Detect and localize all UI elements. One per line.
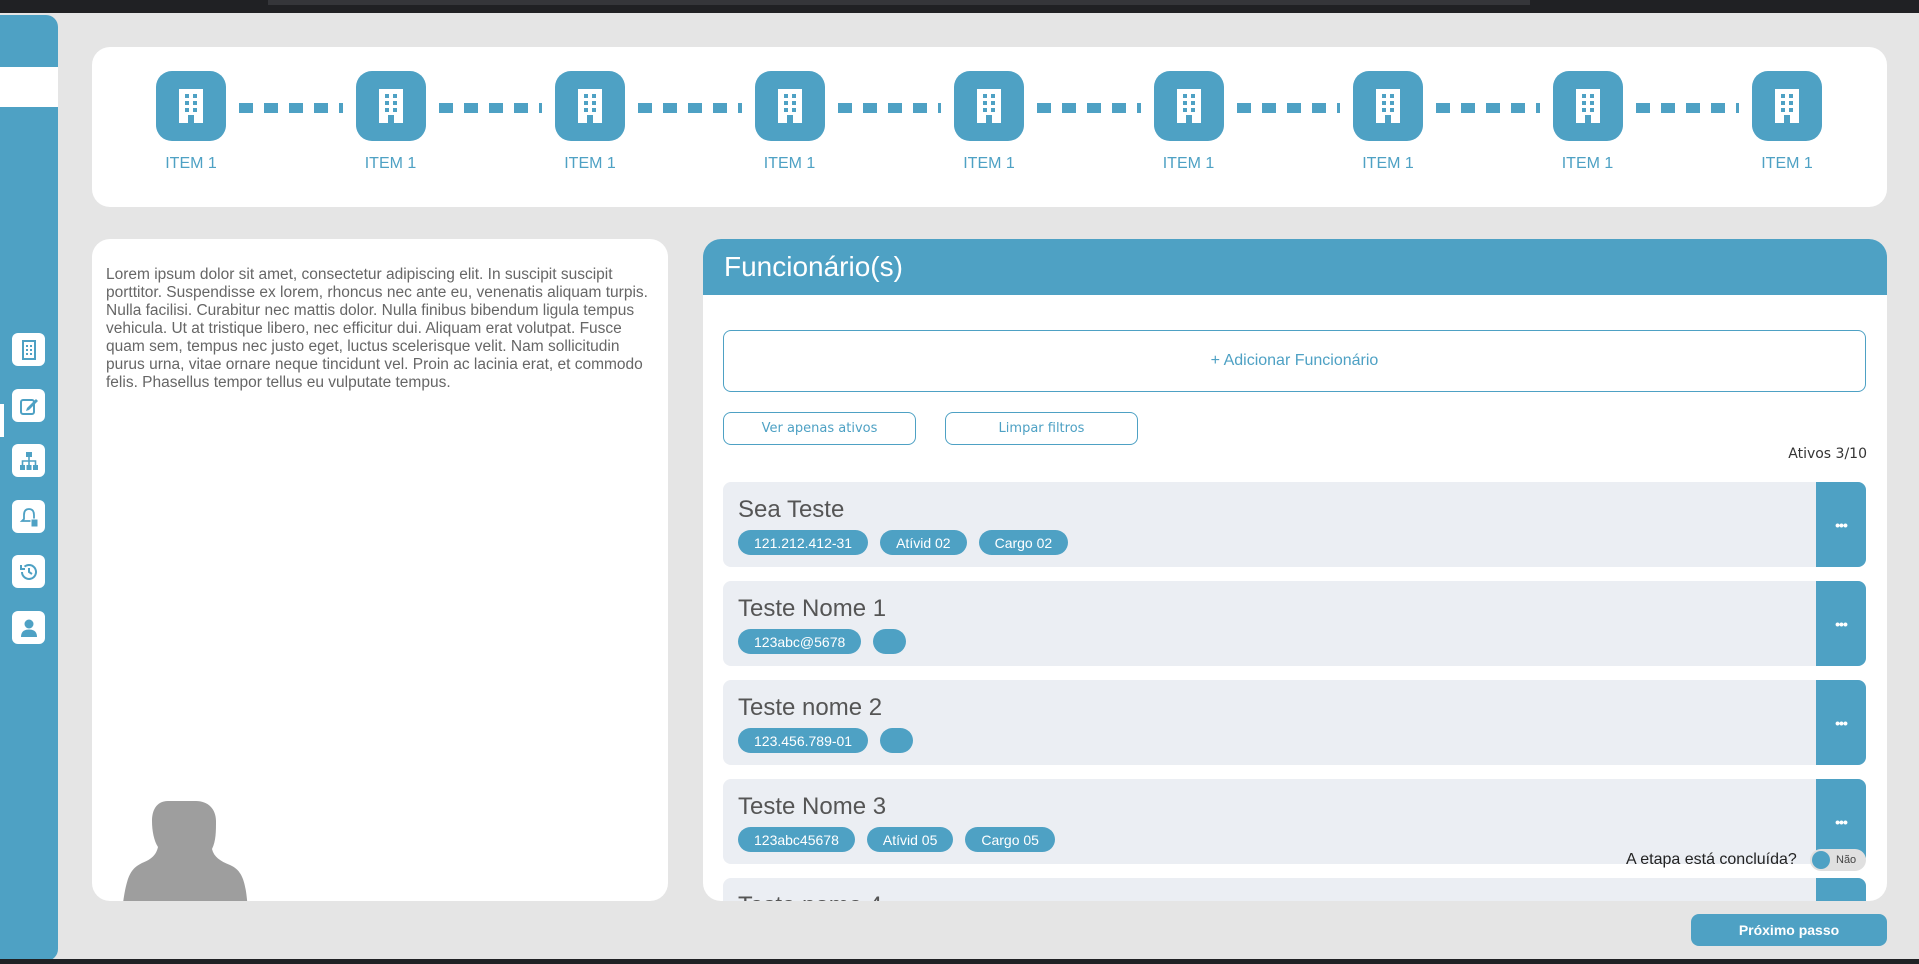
building-icon (1353, 71, 1423, 141)
employee-tag: 123abc45678 (738, 827, 855, 852)
employees-panel: Funcionário(s) + Adicionar Funcionário V… (703, 239, 1887, 901)
row-menu-button[interactable]: ••• (1816, 482, 1866, 567)
step-label: ITEM 1 (1561, 155, 1614, 172)
step-item[interactable]: ITEM 1 (545, 71, 635, 173)
employee-name: Teste nome 4 (738, 892, 882, 901)
employee-name: Sea Teste (738, 496, 845, 523)
sidebar (0, 15, 58, 961)
completion-toggle[interactable]: Não (1810, 849, 1866, 871)
step-label: ITEM 1 (963, 155, 1015, 172)
clear-filters-button[interactable]: Limpar filtros (945, 412, 1138, 445)
employee-tag: Cargo 02 (978, 530, 1069, 555)
toggle-knob (1812, 851, 1830, 869)
step-item[interactable]: ITEM 1 (1144, 71, 1234, 173)
employee-tags: 121.212.412-31 Atívid 02 Cargo 02 (738, 530, 1069, 555)
employee-name: Teste nome 2 (738, 694, 883, 721)
employee-tags: 123.456.789-01 (738, 728, 914, 753)
step-label: ITEM 1 (1362, 155, 1414, 172)
building-icon (1752, 71, 1822, 141)
employee-row[interactable]: Sea Teste 121.212.412-31 Atívid 02 Cargo 02… (723, 482, 1866, 567)
employee-tag: 123.456.789-01 (738, 728, 869, 753)
sidebar-history-icon[interactable] (12, 555, 45, 588)
step-connector (837, 103, 941, 113)
building-icon (754, 71, 825, 141)
sidebar-building-icon[interactable] (12, 333, 45, 366)
step-item[interactable]: ITEM 1 (346, 71, 436, 173)
employee-tag: 123abc@5678 (738, 629, 862, 654)
person-silhouette-icon (123, 801, 248, 901)
step-label: ITEM 1 (1162, 155, 1215, 172)
step-item[interactable]: ITEM 1 (146, 71, 236, 173)
completion-question: A etapa está concluída? (1626, 851, 1797, 868)
employee-row[interactable]: Teste Nome 1 123abc@5678 ••• (723, 581, 1866, 666)
sidebar-active-strip (0, 67, 58, 107)
row-menu-button[interactable]: ••• (1816, 680, 1866, 765)
employee-tag: Atívid 05 (866, 827, 954, 852)
employee-name: Teste Nome 3 (738, 793, 887, 820)
step-connector (239, 103, 343, 113)
employee-tags: 123abc45678 Atívid 05 Cargo 05 (738, 827, 1055, 852)
progress-stepper: ITEM 1 ITEM 1 ITEM 1 ITEM 1 ITEM 1 ITEM 1 ITEM… (92, 47, 1887, 207)
row-menu-button[interactable]: ••• (1816, 878, 1866, 901)
employee-tag (880, 728, 914, 753)
active-counter: Ativos 3/10 (1788, 446, 1867, 462)
description-text: Lorem ipsum dolor sit amet, consectetur … (106, 266, 648, 391)
row-menu-button[interactable]: ••• (1816, 581, 1866, 666)
employee-tag: 121.212.412-31 (738, 530, 869, 555)
step-item[interactable]: ITEM 1 (745, 71, 835, 173)
step-label: ITEM 1 (564, 155, 616, 172)
employee-tag: Cargo 05 (965, 827, 1055, 852)
step-label: ITEM 1 (165, 155, 217, 172)
sidebar-user-icon[interactable] (12, 611, 45, 644)
step-connector (438, 103, 542, 113)
step-item[interactable]: ITEM 1 (1343, 71, 1433, 173)
browser-address-bar[interactable] (268, 0, 1530, 5)
sidebar-edit-icon[interactable] (12, 389, 45, 422)
toggle-label: Não (1836, 854, 1857, 866)
building-icon (156, 71, 226, 141)
step-connector (638, 103, 742, 113)
employee-row[interactable]: Teste nome 4 ••• (723, 878, 1866, 901)
add-employee-button[interactable]: + Adicionar Funcionário (723, 330, 1866, 392)
filter-active-button[interactable]: Ver apenas ativos (723, 412, 916, 445)
employee-row[interactable]: Teste nome 2 123.456.789-01 ••• (723, 680, 1866, 765)
building-icon (954, 71, 1024, 141)
taskbar (0, 959, 1919, 964)
step-label: ITEM 1 (364, 155, 417, 172)
building-icon (1552, 71, 1623, 141)
panel-title: Funcionário(s) (724, 251, 903, 282)
step-connector (1635, 103, 1739, 113)
step-item[interactable]: ITEM 1 (1742, 71, 1832, 173)
step-item[interactable]: ITEM 1 (1543, 71, 1633, 173)
sidebar-active-marker (0, 404, 4, 437)
next-step-button[interactable]: Próximo passo (1691, 914, 1887, 946)
sidebar-bell-document-icon[interactable] (12, 500, 45, 533)
step-label: ITEM 1 (1761, 155, 1813, 172)
browser-top-bar (0, 0, 1919, 13)
step-connector (1037, 103, 1141, 113)
panel-header: Funcionário(s) (703, 239, 1887, 295)
sidebar-org-chart-icon[interactable] (12, 444, 45, 477)
description-card: Lorem ipsum dolor sit amet, consectetur … (92, 239, 668, 901)
building-icon (555, 71, 625, 141)
employee-tag (873, 629, 907, 654)
employee-tags: 123abc@5678 (738, 629, 907, 654)
employee-tag: Atívid 02 (880, 530, 967, 555)
employee-name: Teste Nome 1 (738, 595, 887, 622)
step-connector (1236, 103, 1340, 113)
step-connector (1436, 103, 1540, 113)
building-icon (355, 71, 426, 141)
building-icon (1153, 71, 1224, 141)
step-item[interactable]: ITEM 1 (944, 71, 1034, 173)
step-label: ITEM 1 (763, 155, 816, 172)
